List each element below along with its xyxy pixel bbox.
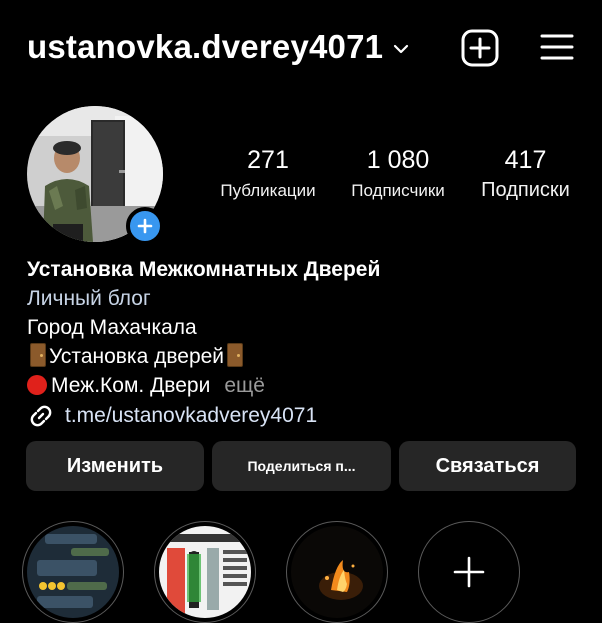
edit-profile-button[interactable]: Изменить	[26, 441, 204, 491]
highlight-3-thumbnail	[291, 526, 383, 618]
bio-install-text: Установка дверей	[49, 345, 225, 368]
door-emoji-icon	[30, 343, 46, 367]
following-label: Подписки	[481, 179, 570, 201]
stat-followers[interactable]: 1 080 Подписчики	[338, 146, 458, 201]
highlight-2-thumbnail	[159, 526, 251, 618]
account-switcher[interactable]: ustanovka.dverey4071	[27, 28, 409, 66]
stat-following[interactable]: 417 Подписки	[468, 146, 583, 202]
bio-doors-text: Меж.Ком. Двери	[51, 374, 211, 397]
new-highlight-button[interactable]	[418, 521, 520, 623]
highlight-3[interactable]	[286, 521, 388, 623]
highlight-1[interactable]	[22, 521, 124, 623]
profile-category: Личный блог	[27, 287, 151, 310]
followers-count: 1 080	[366, 146, 430, 174]
highlight-2[interactable]	[154, 521, 256, 623]
add-story-icon	[137, 218, 153, 234]
menu-icon[interactable]	[540, 33, 574, 61]
posts-count: 271	[247, 146, 289, 174]
link-icon	[30, 405, 52, 427]
highlight-1-thumbnail	[27, 526, 119, 618]
top-bar: ustanovka.dverey4071	[0, 0, 602, 96]
share-profile-button[interactable]: Поделиться п...	[212, 441, 391, 491]
chevron-down-icon	[394, 44, 409, 54]
stat-posts[interactable]: 271 Публикации	[205, 146, 331, 201]
link-text[interactable]: t.me/ustanovkadverey4071	[65, 404, 317, 428]
red-circle-emoji-icon	[27, 375, 47, 395]
contact-button[interactable]: Связаться	[399, 441, 576, 491]
posts-label: Публикации	[220, 181, 316, 200]
bio-line-city: Город Махачкала	[27, 316, 197, 339]
username: ustanovka.dverey4071	[27, 28, 384, 65]
profile-bio: Установка Межкомнатных Дверей Личный бло…	[27, 256, 587, 430]
new-highlight-icon	[453, 556, 485, 588]
followers-label: Подписчики	[351, 181, 445, 200]
add-story-button[interactable]	[126, 207, 164, 245]
following-count: 417	[504, 146, 547, 174]
bio-line-doors: Меж.Ком. Двери ещё	[27, 371, 587, 400]
door-emoji-icon	[227, 343, 244, 367]
bio-link[interactable]: t.me/ustanovkadverey4071	[27, 402, 587, 430]
display-name: Установка Межкомнатных Дверей	[27, 258, 381, 281]
bio-line-install: Установка дверей	[27, 342, 587, 371]
new-post-icon[interactable]	[461, 29, 499, 67]
more-link[interactable]: ещё	[224, 374, 265, 397]
